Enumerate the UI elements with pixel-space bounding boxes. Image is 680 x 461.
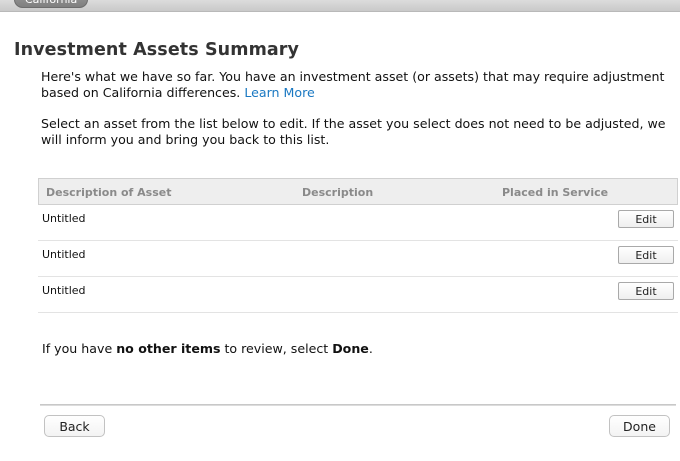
state-tab[interactable]: California	[14, 0, 89, 8]
assets-table: Description of Asset Description Placed …	[38, 178, 678, 313]
asset-name: Untitled	[42, 212, 86, 225]
table-row: Untitled Edit	[38, 277, 678, 313]
column-header-placed-in-service: Placed in Service	[502, 186, 609, 199]
back-button[interactable]: Back	[44, 415, 105, 437]
asset-name: Untitled	[42, 248, 86, 261]
edit-button[interactable]: Edit	[618, 210, 674, 228]
instruction-paragraph: Select an asset from the list below to e…	[41, 116, 666, 147]
edit-button[interactable]: Edit	[618, 246, 674, 264]
footer-text-bold-done: Done	[332, 341, 369, 356]
intro-text: Here's what we have so far. You have an …	[41, 69, 665, 100]
table-row: Untitled Edit	[38, 205, 678, 241]
footer-text-bold-no-other-items: no other items	[116, 341, 221, 356]
footer-divider	[40, 404, 676, 406]
table-row: Untitled Edit	[38, 241, 678, 277]
column-header-description-of-asset: Description of Asset	[46, 186, 172, 199]
table-header: Description of Asset Description Placed …	[38, 178, 678, 205]
intro-paragraph: Here's what we have so far. You have an …	[41, 69, 671, 101]
edit-button[interactable]: Edit	[618, 282, 674, 300]
footer-instruction: If you have no other items to review, se…	[42, 341, 373, 356]
top-bar: California	[0, 0, 680, 12]
footer-text-post: .	[368, 341, 373, 356]
learn-more-link[interactable]: Learn More	[244, 85, 314, 100]
page-title: Investment Assets Summary	[14, 40, 300, 60]
footer-text-mid: to review, select	[220, 341, 333, 356]
footer-text-pre: If you have	[42, 341, 117, 356]
asset-name: Untitled	[42, 284, 86, 297]
column-header-description: Description	[302, 186, 374, 199]
done-button[interactable]: Done	[609, 415, 670, 437]
